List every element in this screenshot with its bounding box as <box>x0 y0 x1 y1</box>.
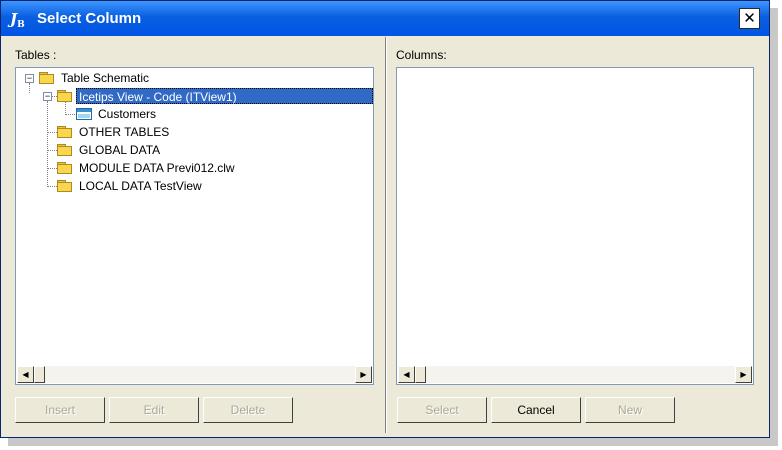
folder-icon <box>57 180 73 192</box>
tree-line <box>47 101 48 187</box>
select-column-dialog: JB Select Column ✕ Tables : − Table Sche… <box>0 0 770 438</box>
scrollbar-thumb[interactable] <box>415 366 426 383</box>
folder-icon <box>57 162 73 174</box>
folder-icon <box>57 144 73 156</box>
panel-divider-highlight <box>386 37 387 433</box>
collapse-icon[interactable]: − <box>25 74 34 83</box>
tree-node-icetips-view[interactable]: Icetips View - Code (ITView1) <box>76 88 373 104</box>
tree-node-other-tables[interactable]: OTHER TABLES <box>79 124 169 140</box>
scrollbar-thumb[interactable] <box>34 366 45 383</box>
window-title: Select Column <box>37 10 142 27</box>
tree-node-global-data[interactable]: GLOBAL DATA <box>79 142 160 158</box>
tree-node-local-data[interactable]: LOCAL DATA TestView <box>79 178 202 194</box>
close-button[interactable]: ✕ <box>739 8 760 29</box>
scroll-left-icon[interactable]: ◀ <box>17 366 34 383</box>
app-icon: JB <box>10 10 25 30</box>
collapse-icon[interactable]: − <box>43 92 52 101</box>
tree-line <box>47 186 57 187</box>
tree-line <box>47 132 57 133</box>
columns-label: Columns: <box>396 48 447 62</box>
cancel-button[interactable]: Cancel <box>491 397 581 423</box>
scroll-right-icon[interactable]: ▶ <box>355 366 372 383</box>
scroll-right-icon[interactable]: ▶ <box>735 366 752 383</box>
new-button[interactable]: New <box>585 397 675 423</box>
tree-line <box>47 150 57 151</box>
columns-horizontal-scrollbar[interactable]: ◀ ▶ <box>398 366 752 383</box>
folder-icon <box>57 126 73 138</box>
edit-button[interactable]: Edit <box>109 397 199 423</box>
delete-button[interactable]: Delete <box>203 397 293 423</box>
close-icon: ✕ <box>743 9 756 27</box>
title-bar: JB Select Column ✕ <box>1 1 769 36</box>
tree-line <box>29 83 30 93</box>
tree-line <box>47 168 57 169</box>
tree-node-table-schematic[interactable]: Table Schematic <box>61 70 149 86</box>
select-button[interactable]: Select <box>397 397 487 423</box>
tables-tree[interactable]: − Table Schematic − Icetips View - Code … <box>15 67 374 385</box>
folder-icon <box>39 72 55 84</box>
tree-line <box>65 101 66 115</box>
insert-button[interactable]: Insert <box>15 397 105 423</box>
table-icon <box>76 108 92 120</box>
tree-node-customers[interactable]: Customers <box>98 106 156 122</box>
tables-horizontal-scrollbar[interactable]: ◀ ▶ <box>17 366 372 383</box>
tree-node-module-data[interactable]: MODULE DATA Previ012.clw <box>79 160 235 176</box>
folder-icon <box>57 90 73 102</box>
tree-line <box>65 114 75 115</box>
scroll-left-icon[interactable]: ◀ <box>398 366 415 383</box>
tables-label: Tables : <box>15 48 57 62</box>
columns-list[interactable]: ◀ ▶ <box>396 67 754 385</box>
